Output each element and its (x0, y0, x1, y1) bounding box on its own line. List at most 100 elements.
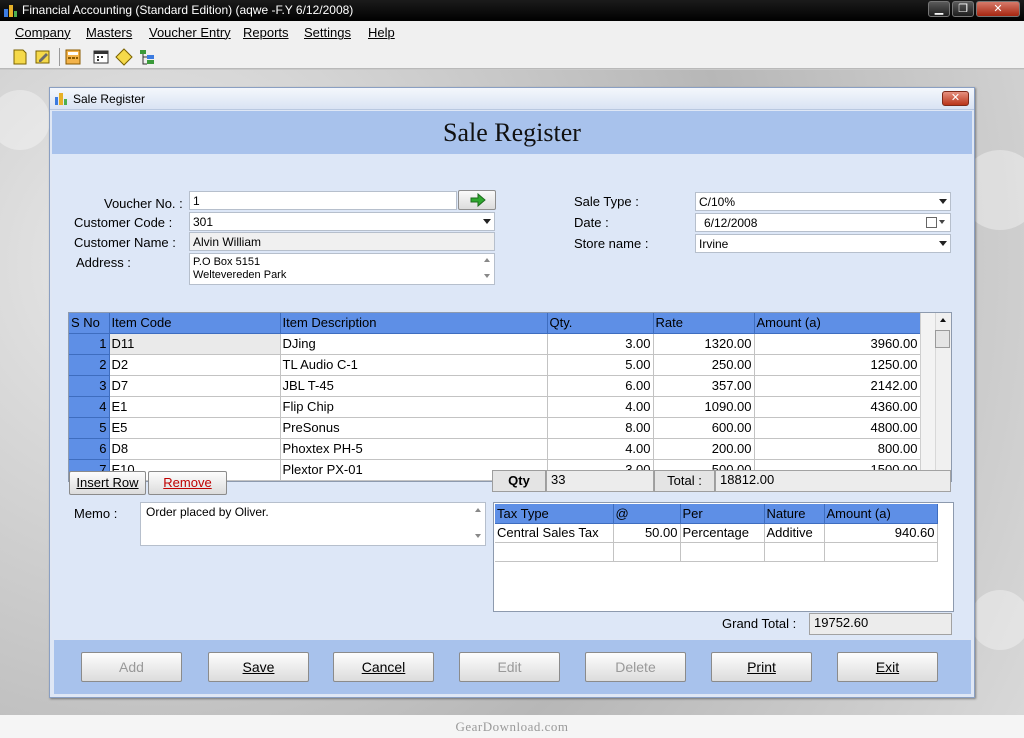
calendar-icon[interactable] (92, 48, 110, 66)
edit-button[interactable]: Edit (459, 652, 560, 682)
menu-masters[interactable]: Masters (86, 25, 132, 40)
menu-voucher-entry[interactable]: Voucher Entry (149, 25, 231, 40)
table-row[interactable]: 3 D7 JBL T-45 6.00 357.00 2142.00 (69, 375, 921, 397)
cell-tax-type[interactable] (495, 542, 614, 562)
column-header-rate[interactable]: Rate (653, 313, 755, 334)
memo-label: Memo : (74, 506, 118, 521)
menu-reports[interactable]: Reports (243, 25, 289, 40)
cell-tax-amount: 940.60 (824, 523, 938, 543)
new-file-icon[interactable] (11, 48, 29, 66)
insert-row-button[interactable]: Insert Row (69, 471, 146, 495)
cell-rate[interactable]: 250.00 (653, 354, 755, 376)
cell-rate[interactable]: 1090.00 (653, 396, 755, 418)
table-row[interactable]: 1 D11 DJing 3.00 1320.00 3960.00 (69, 333, 921, 355)
column-header-tax-type[interactable]: Tax Type (495, 504, 614, 524)
column-header-tax-rate[interactable]: @ (613, 504, 681, 524)
cell-tax-nature[interactable]: Additive (764, 523, 825, 543)
cell-item-description[interactable]: TL Audio C-1 (280, 354, 548, 376)
cell-item-code[interactable]: D8 (109, 438, 281, 460)
cell-tax-rate[interactable]: 50.00 (613, 523, 681, 543)
table-row[interactable]: 4 E1 Flip Chip 4.00 1090.00 4360.00 (69, 396, 921, 418)
app-title: Financial Accounting (Standard Edition) … (22, 3, 354, 17)
menu-company[interactable]: Company (15, 25, 71, 40)
cell-qty[interactable]: 5.00 (547, 354, 654, 376)
scroll-up-icon[interactable] (940, 318, 946, 322)
store-label: Store name : (574, 236, 649, 251)
go-button[interactable] (458, 190, 496, 210)
column-header-item-code[interactable]: Item Code (109, 313, 281, 334)
exit-button[interactable]: Exit (837, 652, 938, 682)
column-header-sno[interactable]: S No (69, 313, 110, 334)
tax-grid[interactable]: Tax Type @ Per Nature Amount (a) Central… (493, 502, 954, 612)
cell-item-code[interactable]: E1 (109, 396, 281, 418)
address-scrollbar[interactable] (479, 254, 494, 284)
scrollbar-thumb[interactable] (935, 330, 950, 348)
delete-button[interactable]: Delete (585, 652, 686, 682)
date-picker[interactable]: 6/12/2008 (695, 213, 951, 232)
cell-tax-nature[interactable] (764, 542, 825, 562)
cancel-label: Cancel (361, 659, 406, 675)
cell-tax-per[interactable] (680, 542, 765, 562)
scroll-down-icon (474, 534, 481, 538)
cell-item-code[interactable]: E5 (109, 417, 281, 439)
customer-code-dropdown[interactable]: 301 (189, 212, 495, 231)
address-textarea[interactable]: P.O Box 5151 Weltevereden Park (189, 253, 495, 285)
sale-type-dropdown[interactable]: C/10% (695, 192, 951, 211)
cell-item-description[interactable]: DJing (280, 333, 548, 355)
cell-sno: 5 (69, 417, 110, 439)
column-header-item-description[interactable]: Item Description (280, 313, 548, 334)
items-scrollbar[interactable] (920, 313, 951, 481)
cell-rate[interactable]: 200.00 (653, 438, 755, 460)
cell-item-description[interactable]: PreSonus (280, 417, 548, 439)
print-button[interactable]: Print (711, 652, 812, 682)
minimize-button[interactable]: ▁ (928, 1, 950, 17)
store-dropdown[interactable]: Irvine (695, 234, 951, 253)
tree-icon[interactable] (138, 48, 156, 66)
cell-rate[interactable]: 600.00 (653, 417, 755, 439)
date-label: Date : (574, 215, 609, 230)
table-row[interactable]: 6 D8 Phoxtex PH-5 4.00 200.00 800.00 (69, 438, 921, 460)
close-button[interactable]: ✕ (976, 1, 1020, 17)
memo-textarea[interactable]: Order placed by Oliver. (140, 502, 486, 546)
cell-tax-rate[interactable] (613, 542, 681, 562)
table-row[interactable]: 2 D2 TL Audio C-1 5.00 250.00 1250.00 (69, 354, 921, 376)
cell-tax-per[interactable]: Percentage (680, 523, 765, 543)
tag-icon[interactable] (115, 48, 133, 66)
cell-item-description[interactable]: JBL T-45 (280, 375, 548, 397)
add-button[interactable]: Add (81, 652, 182, 682)
cell-qty[interactable]: 4.00 (547, 396, 654, 418)
column-header-tax-per[interactable]: Per (680, 504, 765, 524)
tax-row[interactable]: Central Sales Tax 50.00 Percentage Addit… (495, 523, 938, 543)
cell-item-description[interactable]: Flip Chip (280, 396, 548, 418)
dialog-close-button[interactable]: ✕ (942, 91, 969, 106)
remove-button[interactable]: Remove (148, 471, 227, 495)
memo-scrollbar[interactable] (470, 503, 485, 545)
column-header-tax-amount[interactable]: Amount (a) (824, 504, 938, 524)
edit-icon[interactable] (34, 48, 52, 66)
column-header-tax-nature[interactable]: Nature (764, 504, 825, 524)
cell-tax-type[interactable]: Central Sales Tax (495, 523, 614, 543)
cell-item-code[interactable]: D7 (109, 375, 281, 397)
cell-qty[interactable]: 8.00 (547, 417, 654, 439)
cell-item-code[interactable]: D2 (109, 354, 281, 376)
cell-qty[interactable]: 6.00 (547, 375, 654, 397)
column-header-qty[interactable]: Qty. (547, 313, 654, 334)
tax-row-empty[interactable] (495, 542, 938, 562)
maximize-button[interactable]: ❐ (952, 1, 974, 17)
cell-qty[interactable]: 3.00 (547, 333, 654, 355)
menu-help[interactable]: Help (368, 25, 395, 40)
cell-rate[interactable]: 357.00 (653, 375, 755, 397)
cell-rate[interactable]: 1320.00 (653, 333, 755, 355)
table-row[interactable]: 5 E5 PreSonus 8.00 600.00 4800.00 (69, 417, 921, 439)
calculator-icon[interactable] (64, 48, 82, 66)
voucher-no-input[interactable]: 1 (189, 191, 457, 210)
cell-item-code[interactable]: D11 (109, 333, 281, 355)
cell-qty[interactable]: 4.00 (547, 438, 654, 460)
app-titlebar: Financial Accounting (Standard Edition) … (0, 0, 1024, 21)
items-grid[interactable]: S No Item Code Item Description Qty. Rat… (68, 312, 952, 482)
cancel-button[interactable]: Cancel (333, 652, 434, 682)
menu-settings[interactable]: Settings (304, 25, 351, 40)
cell-item-description[interactable]: Phoxtex PH-5 (280, 438, 548, 460)
save-button[interactable]: Save (208, 652, 309, 682)
column-header-amount[interactable]: Amount (a) (754, 313, 921, 334)
